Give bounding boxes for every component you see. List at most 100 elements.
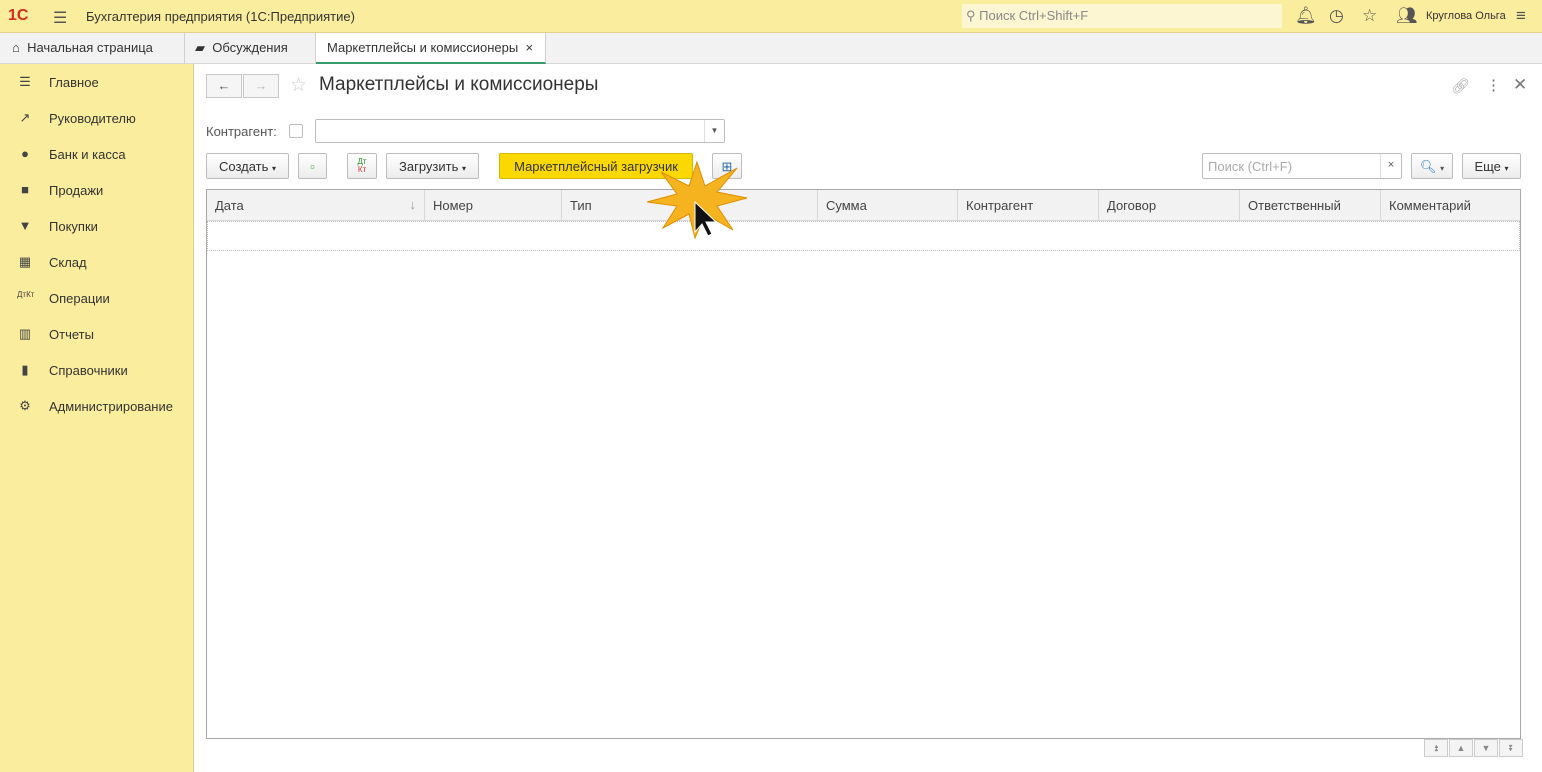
column-header-date[interactable]: Дата ↓ <box>207 190 425 221</box>
dtkt-button[interactable]: Дт Кт <box>347 153 377 179</box>
top-bar: 1С ☰ Бухгалтерия предприятия (1С:Предпри… <box>0 0 1542 33</box>
column-label: Тип <box>570 198 592 213</box>
create-button[interactable]: Создать ▾ <box>206 153 289 179</box>
dtkt-icon: ДтКт <box>17 290 35 299</box>
column-label: Номер <box>433 198 474 213</box>
table-row[interactable] <box>207 221 1520 251</box>
home-icon: ⌂ <box>12 40 20 55</box>
column-label: Дата <box>215 198 244 213</box>
column-header-sum[interactable]: Сумма <box>818 190 958 221</box>
cart-icon: ▼ <box>18 218 32 233</box>
kt-label: Кт <box>357 165 367 174</box>
sidebar-item-operations[interactable]: ДтКт Операции <box>0 283 193 313</box>
sidebar-label: Банк и касса <box>49 147 126 162</box>
column-header-comment[interactable]: Комментарий <box>1381 190 1520 221</box>
column-header-contract[interactable]: Договор <box>1099 190 1240 221</box>
counterparty-field[interactable]: ▼ <box>315 119 725 143</box>
sidebar-label: Покупки <box>49 219 98 234</box>
sidebar-label: Главное <box>49 75 99 90</box>
scroll-bottom-button[interactable]: ⏬︎ <box>1499 739 1523 757</box>
sidebar-item-bank[interactable]: ● Банк и касса <box>0 139 193 169</box>
ruble-icon: ● <box>21 146 29 161</box>
chat-icon: ▰ <box>195 40 205 55</box>
tab-discussions[interactable]: ▰ Обсуждения <box>185 33 316 64</box>
sidebar-item-admin[interactable]: ⚙ Администрирование <box>0 391 193 421</box>
forward-button[interactable]: → <box>243 74 279 98</box>
more-vert-icon[interactable]: ⋮ <box>1486 76 1501 94</box>
column-header-counterparty[interactable]: Контрагент <box>958 190 1099 221</box>
column-label: Контрагент <box>966 198 1034 213</box>
dropdown-arrow-icon[interactable]: ▼ <box>704 120 724 142</box>
tab-label: Начальная страница <box>27 40 153 55</box>
clear-search-icon[interactable]: × <box>1380 154 1401 178</box>
more-button[interactable]: Еще ▾ <box>1462 153 1521 179</box>
tab-bar: ⌂ Начальная страница ▰ Обсуждения Маркет… <box>0 33 1542 64</box>
tab-label: Обсуждения <box>212 40 288 55</box>
sidebar-label: Отчеты <box>49 327 94 342</box>
book-icon: ▮ <box>21 362 29 377</box>
global-search-placeholder: Поиск Ctrl+Shift+F <box>979 8 1089 23</box>
sidebar-item-reports[interactable]: ▥ Отчеты <box>0 319 193 349</box>
trend-icon: ↗ <box>19 110 31 125</box>
sort-desc-icon: ↓ <box>409 197 417 212</box>
bar-chart-icon: ▥ <box>18 326 32 341</box>
sidebar-label: Справочники <box>49 363 128 378</box>
search-icon: 🔍︎ <box>1419 159 1437 174</box>
app-title: Бухгалтерия предприятия (1С:Предприятие) <box>86 9 355 24</box>
sidebar-item-main[interactable]: ☰ Главное <box>0 67 193 97</box>
close-tab-icon[interactable]: × <box>525 40 533 55</box>
sidebar-label: Руководителю <box>49 111 136 126</box>
tab-label: Маркетплейсы и комиссионеры <box>327 40 519 55</box>
sidebar-item-purchases[interactable]: ▼ Покупки <box>0 211 193 241</box>
column-label: Договор <box>1107 198 1157 213</box>
sidebar-label: Продажи <box>49 183 104 198</box>
user-name[interactable]: Круглова Ольга <box>1426 10 1506 22</box>
search-button[interactable]: 🔍︎ ▾ <box>1411 153 1453 179</box>
grid-icon: ▦ <box>18 254 32 269</box>
bell-icon[interactable]: 🔔︎ <box>1295 6 1317 26</box>
sidebar-item-catalogs[interactable]: ▮ Справочники <box>0 355 193 385</box>
sidebar-item-sales[interactable]: ■ Продажи <box>0 175 193 205</box>
sidebar: ☰ Главное ↗ Руководителю ● Банк и касса ■ Пр… <box>0 64 194 772</box>
counterparty-checkbox[interactable] <box>289 124 303 138</box>
create-copy-button[interactable]: ▫ <box>298 153 327 179</box>
more-label: Еще <box>1474 159 1501 174</box>
page-title: Маркетплейсы и комиссионеры <box>319 74 599 95</box>
tab-home[interactable]: ⌂ Начальная страница <box>0 33 185 64</box>
global-search-input[interactable]: ⚲ Поиск Ctrl+Shift+F <box>962 4 1282 28</box>
column-header-responsible[interactable]: Ответственный <box>1240 190 1381 221</box>
menu-icon[interactable]: ☰ <box>53 8 67 28</box>
link-icon[interactable]: 🔗︎ <box>1451 77 1470 95</box>
users-icon[interactable]: 👥︎ <box>1396 6 1418 26</box>
1c-logo-icon: 1С <box>8 7 29 24</box>
documents-table[interactable]: Дата ↓ Номер Тип Сумма Контрагент Договор… <box>206 189 1521 739</box>
search-input[interactable]: Поиск (Ctrl+F) × <box>1202 153 1402 179</box>
bag-icon: ■ <box>21 182 29 197</box>
sidebar-item-manager[interactable]: ↗ Руководителю <box>0 103 193 133</box>
column-header-number[interactable]: Номер <box>425 190 562 221</box>
counterparty-label: Контрагент: <box>206 124 277 139</box>
scroll-top-button[interactable]: ⏫︎ <box>1424 739 1448 757</box>
sidebar-label: Администрирование <box>49 399 173 414</box>
click-highlight-burst-icon <box>646 160 748 240</box>
tab-marketplaces[interactable]: Маркетплейсы и комиссионеры × <box>316 33 546 64</box>
load-button[interactable]: Загрузить ▾ <box>386 153 479 179</box>
load-label: Загрузить <box>399 159 459 174</box>
column-label: Комментарий <box>1389 198 1471 213</box>
favorite-star-icon[interactable]: ☆ <box>290 74 307 97</box>
sidebar-label: Склад <box>49 255 87 270</box>
create-label: Создать <box>218 159 269 174</box>
scroll-down-button[interactable]: ▼ <box>1474 739 1498 757</box>
column-label: Ответственный <box>1248 198 1341 213</box>
scroll-up-button[interactable]: ▲ <box>1449 739 1473 757</box>
document-add-icon: ▫ <box>310 159 315 174</box>
back-button[interactable]: ← <box>206 74 242 98</box>
search-placeholder: Поиск (Ctrl+F) <box>1208 159 1293 174</box>
gear-icon: ⚙ <box>19 398 31 413</box>
close-icon[interactable]: ✕ <box>1513 75 1527 95</box>
history-icon[interactable]: ◷ <box>1329 6 1344 26</box>
sidebar-item-warehouse[interactable]: ▦ Склад <box>0 247 193 277</box>
settings-menu-icon[interactable]: ≡ <box>1516 6 1526 26</box>
column-label: Сумма <box>826 198 867 213</box>
star-icon[interactable]: ☆ <box>1362 6 1377 26</box>
